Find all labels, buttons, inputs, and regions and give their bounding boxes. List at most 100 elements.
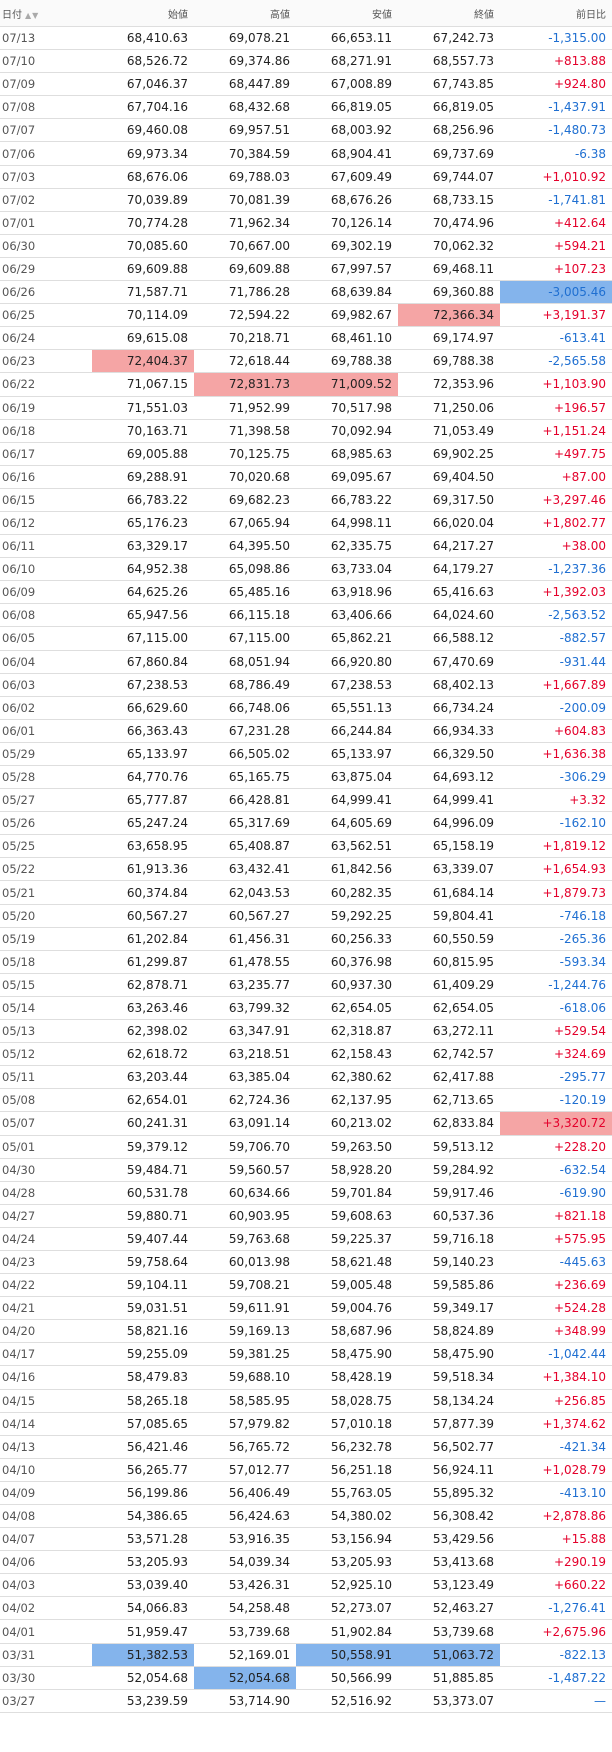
cell-change: +1,010.92 (500, 165, 612, 189)
sort-descending-icon[interactable]: ▼ (32, 11, 39, 20)
cell-change: -1,042.44 (500, 1342, 612, 1367)
cell-change: -2,563.52 (500, 603, 612, 628)
cell-low: 57,010.18 (296, 1412, 398, 1436)
table-row: 05/25 63,658.95 65,408.87 63,562.51 65,158.1… (0, 834, 612, 859)
cell-low: 68,461.10 (296, 326, 398, 351)
cell-open: 62,878.71 (92, 973, 194, 997)
cell-close: 59,585.86 (398, 1273, 500, 1298)
cell-low: 56,251.18 (296, 1458, 398, 1482)
table-row: 05/11 63,203.44 63,385.04 62,380.62 62,417.8… (0, 1065, 612, 1090)
table-row: 05/22 61,913.36 63,432.41 61,842.56 63,339.0… (0, 857, 612, 882)
cell-close: 70,062.32 (398, 234, 500, 258)
cell-change: +324.69 (500, 1042, 612, 1067)
cell-date: 06/15 (0, 488, 92, 512)
table-row: 04/06 53,205.93 54,039.34 53,205.93 53,413.6… (0, 1550, 612, 1575)
cell-low: 58,475.90 (296, 1342, 398, 1367)
cell-high: 57,012.77 (194, 1458, 296, 1482)
cell-change: +575.95 (500, 1227, 612, 1251)
cell-close: 57,877.39 (398, 1412, 500, 1436)
cell-low: 59,225.37 (296, 1227, 398, 1251)
cell-low: 67,609.49 (296, 165, 398, 189)
cell-high: 63,347.91 (194, 1019, 296, 1044)
cell-close: 71,250.06 (398, 396, 500, 420)
cell-date: 06/23 (0, 349, 92, 374)
cell-close: 67,743.85 (398, 72, 500, 97)
table-row: 05/12 62,618.72 63,218.51 62,158.43 62,742.5… (0, 1042, 612, 1067)
cell-change: — (500, 1689, 612, 1713)
cell-open: 69,460.08 (92, 118, 194, 143)
cell-low: 64,998.11 (296, 511, 398, 536)
cell-change: -613.41 (500, 326, 612, 351)
table-row: 04/03 53,039.40 53,426.31 52,925.10 53,123.4… (0, 1573, 612, 1598)
cell-change: +1,636.38 (500, 742, 612, 767)
cell-high: 56,765.72 (194, 1435, 296, 1459)
sort-toggle[interactable]: ▲▼ (25, 11, 39, 20)
cell-close: 69,174.97 (398, 326, 500, 351)
cell-open: 52,054.68 (92, 1666, 194, 1690)
cell-high: 58,585.95 (194, 1389, 296, 1413)
cell-change: -1,741.81 (500, 188, 612, 212)
cell-open: 54,066.83 (92, 1596, 194, 1621)
cell-change: +1,374.62 (500, 1412, 612, 1436)
cell-close: 59,716.18 (398, 1227, 500, 1251)
cell-date: 04/28 (0, 1181, 92, 1205)
cell-close: 68,256.96 (398, 118, 500, 143)
cell-change: +604.83 (500, 719, 612, 743)
cell-low: 68,676.26 (296, 188, 398, 212)
cell-date: 07/10 (0, 49, 92, 74)
cell-change: +2,878.86 (500, 1504, 612, 1529)
cell-change: +1,392.03 (500, 580, 612, 605)
cell-close: 64,996.09 (398, 811, 500, 836)
price-history-table: 日付 ▲▼ 始値 高値 安値 終値 前日比 07/13 68,410.63 69,07… (0, 0, 612, 1713)
table-row: 06/15 66,783.22 69,682.23 66,783.22 69,317.5… (0, 488, 612, 512)
table-row: 06/30 70,085.60 70,667.00 69,302.19 70,062.3… (0, 234, 612, 258)
cell-close: 64,693.12 (398, 765, 500, 790)
cell-close: 65,158.19 (398, 834, 500, 859)
cell-date: 04/14 (0, 1412, 92, 1436)
table-body: 07/13 68,410.63 69,078.21 66,653.11 67,242.7… (0, 26, 612, 1713)
cell-open: 70,114.09 (92, 303, 194, 328)
cell-open: 69,609.88 (92, 257, 194, 282)
cell-date: 04/01 (0, 1619, 92, 1644)
cell-change: +87.00 (500, 465, 612, 489)
cell-open: 65,947.56 (92, 603, 194, 628)
cell-low: 60,376.98 (296, 950, 398, 974)
cell-low: 63,918.96 (296, 580, 398, 605)
cell-high: 59,560.57 (194, 1158, 296, 1182)
cell-date: 07/03 (0, 165, 92, 189)
cell-low: 53,156.94 (296, 1527, 398, 1552)
cell-date: 07/07 (0, 118, 92, 143)
cell-close: 53,413.68 (398, 1550, 500, 1575)
cell-close: 59,518.34 (398, 1365, 500, 1390)
cell-low: 59,004.76 (296, 1296, 398, 1321)
cell-close: 59,140.23 (398, 1250, 500, 1275)
cell-change: -1,480.73 (500, 118, 612, 143)
cell-date: 04/07 (0, 1527, 92, 1552)
cell-high: 56,406.49 (194, 1481, 296, 1506)
table-row: 06/22 71,067.15 72,831.73 71,009.52 72,353.9… (0, 372, 612, 397)
cell-open: 64,770.76 (92, 765, 194, 790)
cell-change: -306.29 (500, 765, 612, 790)
cell-close: 72,353.96 (398, 372, 500, 397)
table-row: 04/17 59,255.09 59,381.25 58,475.90 58,475.9… (0, 1342, 612, 1367)
cell-low: 68,904.41 (296, 141, 398, 166)
cell-date: 07/06 (0, 141, 92, 166)
cell-change: +228.20 (500, 1135, 612, 1159)
cell-low: 66,920.80 (296, 650, 398, 674)
table-row: 05/14 63,263.46 63,799.32 62,654.05 62,654.0… (0, 996, 612, 1021)
cell-low: 59,263.50 (296, 1135, 398, 1159)
table-row: 06/01 66,363.43 67,231.28 66,244.84 66,934.3… (0, 719, 612, 743)
cell-open: 70,163.71 (92, 419, 194, 443)
cell-close: 60,550.59 (398, 927, 500, 951)
cell-low: 52,516.92 (296, 1689, 398, 1713)
column-header-date[interactable]: 日付 ▲▼ (0, 0, 92, 27)
cell-close: 69,317.50 (398, 488, 500, 512)
cell-date: 05/18 (0, 950, 92, 974)
cell-open: 53,205.93 (92, 1550, 194, 1575)
table-row: 04/16 58,479.83 59,688.10 58,428.19 59,518.3… (0, 1365, 612, 1390)
cell-high: 71,786.28 (194, 280, 296, 305)
cell-open: 53,239.59 (92, 1689, 194, 1713)
cell-change: +821.18 (500, 1204, 612, 1228)
cell-open: 66,629.60 (92, 696, 194, 720)
cell-close: 66,588.12 (398, 626, 500, 651)
